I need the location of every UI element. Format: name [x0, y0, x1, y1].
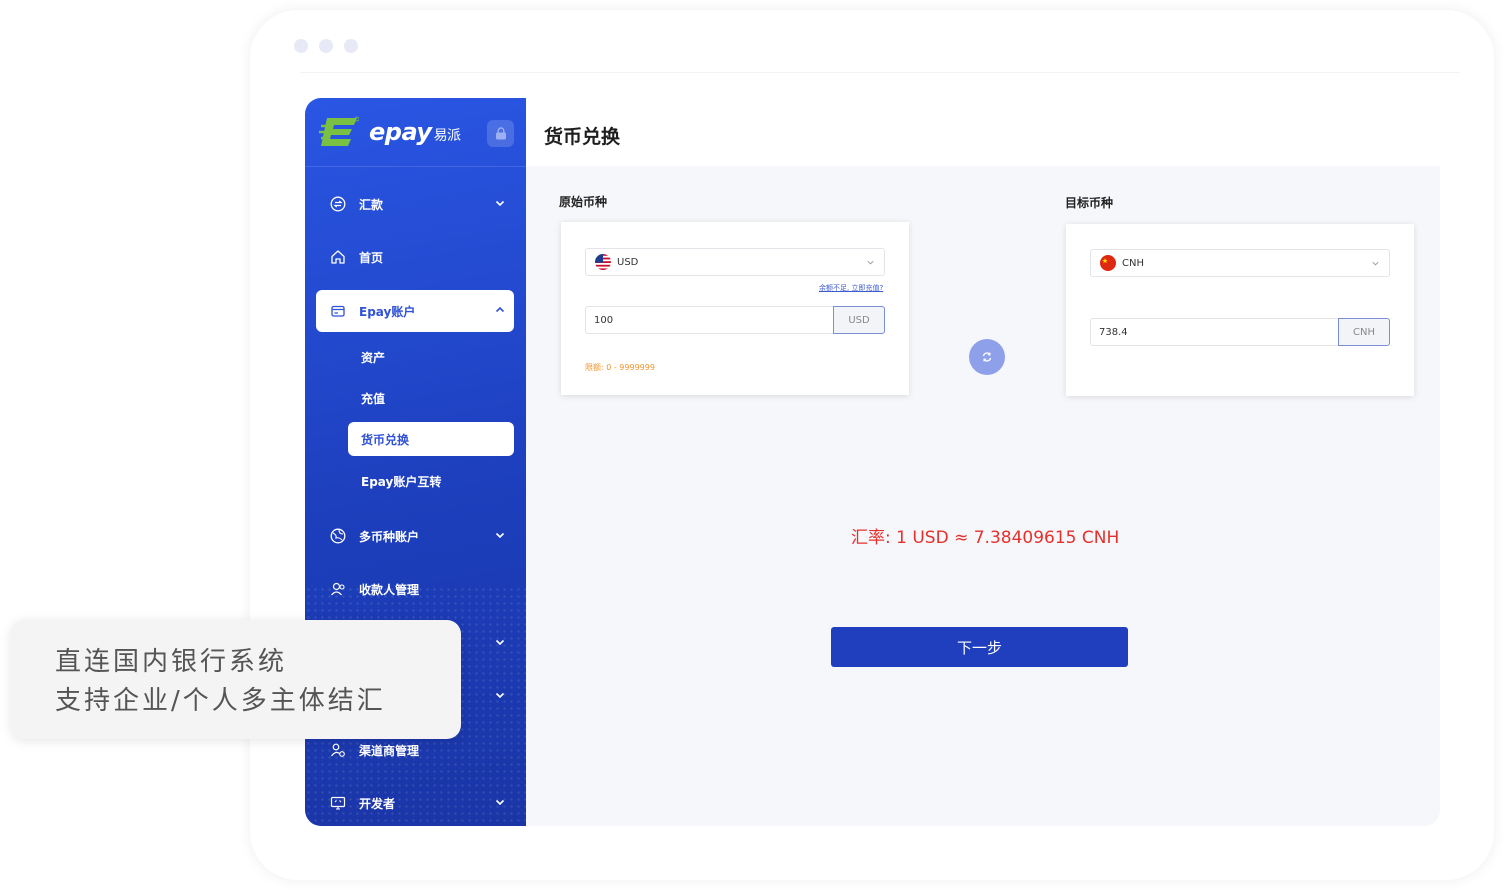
nav-item-label: 首页	[359, 250, 384, 265]
subnav-item-label: 资产	[361, 350, 386, 365]
nav-item-label: 渠道商管理	[359, 743, 420, 758]
next-step-button[interactable]: 下一步	[831, 627, 1128, 667]
subnav-item-label: 货币兑换	[361, 432, 410, 447]
target-amount-input[interactable]: 738.4	[1090, 318, 1339, 346]
nav-item-epay-account[interactable]: Epay账户	[316, 290, 514, 332]
subnav-item-label: Epay账户互转	[361, 474, 442, 489]
lock-icon	[495, 127, 506, 140]
target-unit: CNH	[1338, 318, 1390, 346]
callout-line-1: 直连国内银行系统	[55, 647, 288, 677]
developer-icon	[329, 794, 347, 812]
subnav-item-assets[interactable]: 资产	[348, 340, 514, 374]
window-dot	[344, 39, 358, 53]
source-currency-select[interactable]: USD	[585, 248, 885, 276]
chevron-down-icon	[495, 532, 505, 539]
amount-limit-text: 限额: 0 - 9999999	[585, 363, 655, 372]
window-dots	[294, 39, 358, 53]
nav-item-remittance[interactable]: 汇款	[316, 183, 514, 225]
chevron-down-icon	[867, 260, 874, 265]
nav-item-label: Epay账户	[359, 304, 416, 319]
page-title: 货币兑换	[544, 126, 621, 148]
callout-line-2: 支持企业/个人多主体结汇	[55, 686, 386, 716]
globe-icon	[329, 527, 347, 545]
nav-item-payee[interactable]: 收款人管理	[316, 568, 514, 610]
nav-item-home[interactable]: 首页	[316, 236, 514, 278]
subnav-item-account-transfer[interactable]: Epay账户互转	[348, 464, 514, 498]
logo-row: epay 易派	[305, 98, 526, 167]
transfer-icon	[329, 195, 347, 213]
feature-callout: 直连国内银行系统 支持企业/个人多主体结汇	[11, 620, 461, 739]
payee-icon	[329, 580, 347, 598]
home-icon	[329, 248, 347, 266]
main-panel: 货币兑换 原始币种 USD 余额不足, 立即充值? 100 USD 限额: 0	[526, 98, 1440, 826]
target-currency-value: CNH	[1122, 257, 1144, 269]
source-unit: USD	[833, 306, 885, 334]
us-flag-icon	[595, 254, 611, 270]
nav-item-developer[interactable]: 开发者	[316, 782, 514, 824]
wallet-icon	[329, 302, 347, 320]
chevron-down-icon	[495, 639, 505, 646]
content-area: 原始币种 USD 余额不足, 立即充值? 100 USD 限额: 0 - 999…	[526, 166, 1440, 826]
nav-item-label: 收款人管理	[359, 582, 420, 597]
chevron-down-icon	[495, 799, 505, 806]
swap-icon	[982, 352, 992, 362]
subnav-item-label: 充值	[361, 391, 386, 406]
brand-name: epay 易派	[369, 118, 461, 146]
recharge-link[interactable]: 余额不足, 立即充值?	[819, 283, 883, 293]
frame-divider	[300, 72, 1460, 73]
epay-logo-icon	[319, 116, 359, 146]
subnav-item-currency-exchange[interactable]: 货币兑换	[348, 422, 514, 456]
target-currency-label: 目标币种	[1065, 196, 1114, 210]
window-dot	[294, 39, 308, 53]
chevron-up-icon	[495, 306, 505, 313]
channel-icon	[329, 741, 347, 759]
exchange-rate-text: 汇率: 1 USD ≈ 7.38409615 CNH	[851, 528, 1120, 548]
source-amount-input[interactable]: 100	[585, 306, 834, 334]
chevron-down-icon	[1372, 261, 1379, 266]
nav-item-label: 开发者	[359, 796, 396, 811]
source-currency-label: 原始币种	[559, 195, 608, 209]
window-dot	[319, 39, 333, 53]
chevron-down-icon	[495, 692, 505, 699]
target-card: CNH 738.4 CNH	[1066, 224, 1414, 396]
subnav-item-recharge[interactable]: 充值	[348, 381, 514, 415]
target-currency-select[interactable]: CNH	[1090, 249, 1390, 277]
lock-button[interactable]	[487, 120, 514, 147]
source-currency-value: USD	[617, 256, 639, 268]
source-card: USD 余额不足, 立即充值? 100 USD 限额: 0 - 9999999	[561, 222, 909, 395]
chevron-down-icon	[495, 200, 505, 207]
cn-flag-icon	[1100, 255, 1116, 271]
nav-item-multi-currency[interactable]: 多币种账户	[316, 515, 514, 557]
swap-currency-button[interactable]	[969, 339, 1005, 375]
nav-item-label: 多币种账户	[359, 529, 420, 544]
nav-item-label: 汇款	[359, 197, 384, 212]
